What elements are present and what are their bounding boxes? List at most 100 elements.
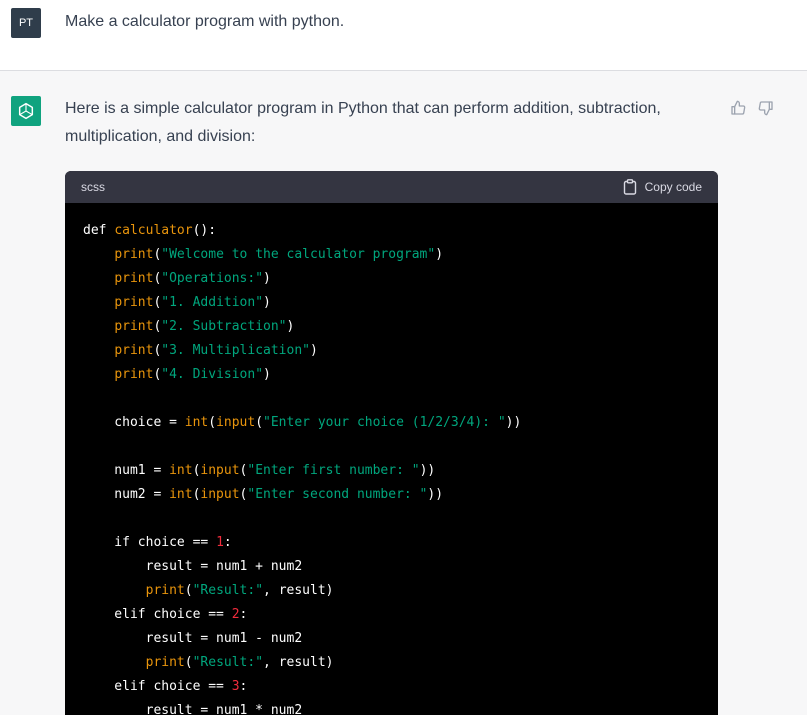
code-token: "Operations:" — [161, 271, 264, 286]
code-token: print — [145, 655, 185, 670]
code-token: input — [200, 463, 240, 478]
code-token: )) — [427, 487, 444, 502]
code-token: num1 = — [83, 463, 170, 478]
code-line: elif choice == 3: — [83, 675, 700, 699]
code-line: print("4. Division") — [83, 363, 700, 387]
code-token: : — [239, 679, 248, 694]
code-token: , result) — [263, 655, 334, 670]
code-token: calculator — [114, 223, 193, 238]
code-token: ) — [263, 367, 271, 382]
code-body[interactable]: def calculator(): print("Welcome to the … — [65, 203, 718, 715]
code-token: print — [114, 295, 154, 310]
code-token: ) — [263, 295, 271, 310]
code-token: )) — [419, 463, 436, 478]
code-token: , result) — [263, 583, 334, 598]
code-token: def — [83, 223, 115, 238]
code-token: ) — [435, 247, 444, 262]
code-token: "2. Subtraction" — [161, 319, 287, 334]
code-token: "Welcome to the calculator program" — [161, 247, 436, 262]
code-token: int — [169, 463, 193, 478]
code-line: print("3. Multiplication") — [83, 339, 700, 363]
openai-logo-icon — [18, 102, 34, 120]
code-line: choice = int(input("Enter your choice (1… — [83, 411, 700, 435]
code-token: ( — [208, 415, 217, 430]
thumbs-down-button[interactable] — [756, 98, 776, 118]
code-token: 2 — [231, 607, 240, 622]
code-token: "1. Addition" — [161, 295, 264, 310]
code-token: choice = — [83, 415, 185, 430]
code-token: result = num1 - num2 — [83, 631, 303, 646]
code-token: print — [114, 367, 154, 382]
thumbs-up-button[interactable] — [728, 98, 748, 118]
code-token: "4. Division" — [161, 367, 264, 382]
code-token: "Result:" — [192, 583, 264, 598]
code-line: result = num1 * num2 — [83, 699, 700, 715]
code-token: result = num1 + num2 — [83, 559, 303, 574]
code-line: def calculator(): — [83, 219, 700, 243]
code-token: input — [216, 415, 256, 430]
code-token: print — [114, 319, 154, 334]
code-token: "3. Multiplication" — [161, 343, 310, 358]
code-token: 1 — [216, 535, 224, 550]
thumbs-down-icon — [758, 101, 773, 116]
assistant-message-row: Here is a simple calculator program in P… — [0, 71, 807, 715]
code-token: "Enter first number: " — [247, 463, 420, 478]
code-line: if choice == 1: — [83, 531, 700, 555]
code-token: int — [184, 415, 209, 430]
code-token: (): — [192, 223, 217, 238]
code-line: num1 = int(input("Enter first number: ")… — [83, 459, 700, 483]
code-line: print("1. Addition") — [83, 291, 700, 315]
assistant-intro-line-1: Here is a simple calculator program in P… — [65, 100, 661, 117]
code-token: ) — [286, 319, 295, 334]
code-token: ( — [184, 583, 193, 598]
code-token: ) — [263, 271, 271, 286]
code-token: : — [223, 535, 232, 550]
code-token: print — [145, 583, 185, 598]
clipboard-icon — [623, 179, 636, 195]
code-token: "Enter your choice (1/2/3/4): " — [263, 415, 506, 430]
user-avatar: PT — [11, 8, 41, 38]
code-token: print — [114, 271, 154, 286]
assistant-intro-line-2: multiplication, and division: — [65, 128, 256, 145]
code-token: if choice == — [83, 535, 217, 550]
copy-code-label: Copy code — [644, 180, 702, 194]
code-token: ( — [255, 415, 264, 430]
thumbs-up-icon — [731, 100, 746, 115]
code-token: : — [239, 607, 248, 622]
code-line: print("Welcome to the calculator program… — [83, 243, 700, 267]
copy-code-button[interactable]: Copy code — [623, 179, 702, 195]
assistant-message-text: Here is a simple calculator program in P… — [65, 95, 705, 151]
code-token: ( — [184, 655, 193, 670]
code-token: "Result:" — [192, 655, 264, 670]
code-token: elif choice == — [83, 679, 232, 694]
code-token: ) — [310, 343, 318, 358]
code-token: elif choice == — [83, 607, 232, 622]
code-line: elif choice == 2: — [83, 603, 700, 627]
code-block: scss Copy code def calculator(): print("… — [65, 171, 718, 715]
code-line: result = num1 - num2 — [83, 627, 700, 651]
code-token: )) — [505, 415, 522, 430]
user-message-row: PT Make a calculator program with python… — [0, 0, 807, 71]
code-line: print("Result:", result) — [83, 579, 700, 603]
code-token: print — [114, 247, 154, 262]
code-language-label: scss — [81, 180, 105, 194]
code-line: print("Result:", result) — [83, 651, 700, 675]
code-token: input — [200, 487, 240, 502]
user-message-text: Make a calculator program with python. — [65, 13, 345, 30]
code-line: print("Operations:") — [83, 267, 700, 291]
code-token: result = num1 * num2 — [83, 703, 303, 715]
code-block-header: scss Copy code — [65, 171, 718, 203]
code-token: 3 — [231, 679, 240, 694]
code-token: int — [169, 487, 193, 502]
